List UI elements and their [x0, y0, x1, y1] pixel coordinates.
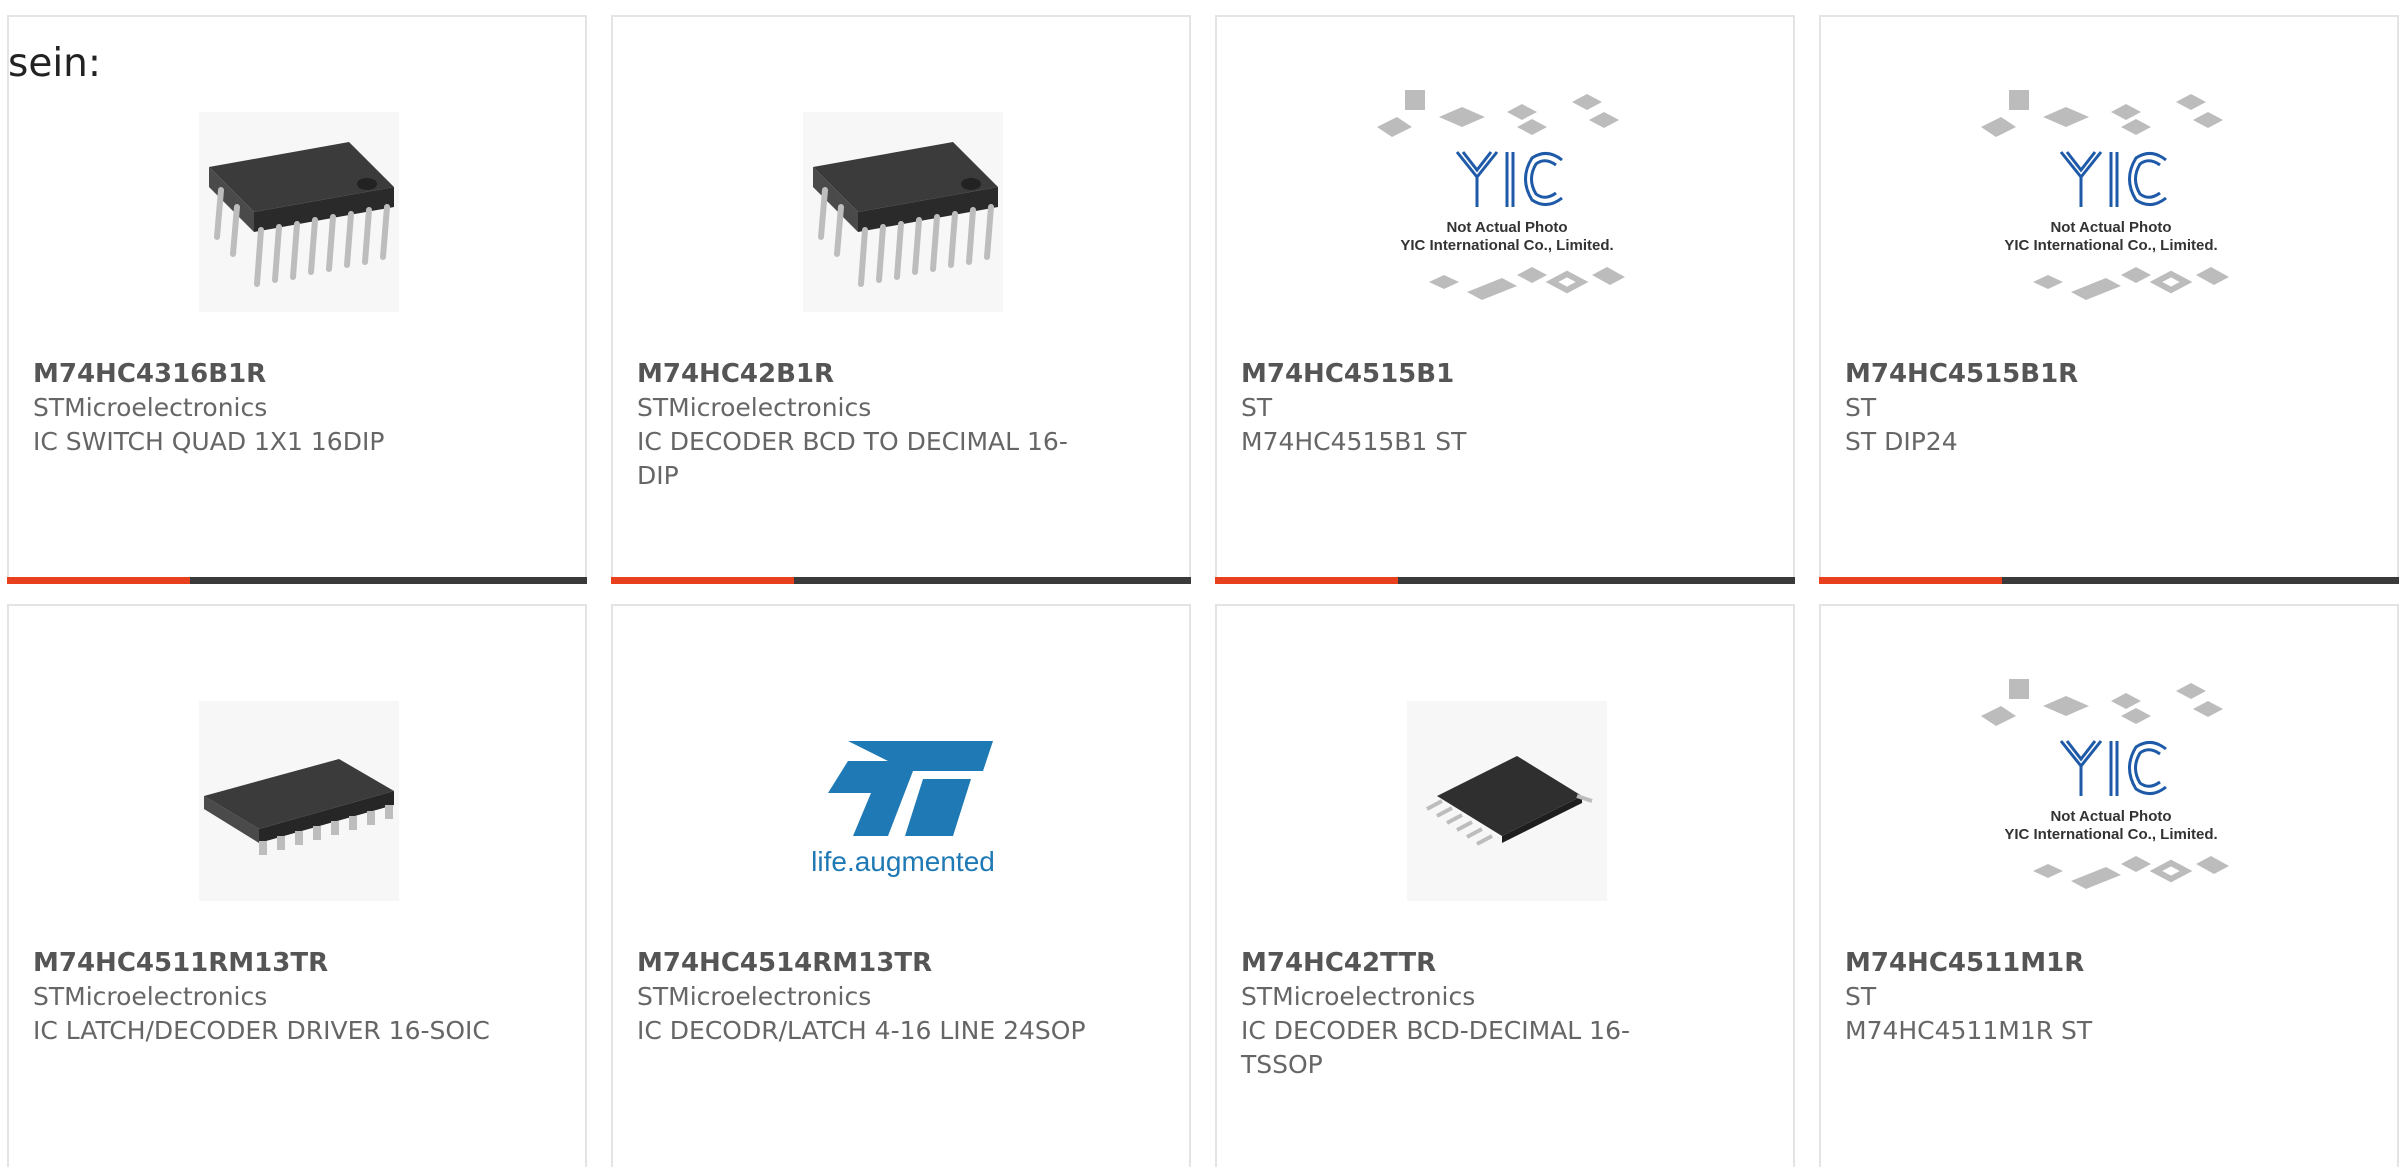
- placeholder-line2: YIC International Co., Limited.: [1400, 237, 1613, 254]
- manufacturer: STMicroelectronics: [637, 393, 872, 422]
- part-number[interactable]: M74HC42B1R: [637, 357, 1097, 391]
- product-info: M74HC4511M1R ST M74HC4511M1R ST: [1845, 946, 2305, 1048]
- intro-text: sein:: [8, 41, 102, 86]
- product-card[interactable]: Not Actual Photo YIC International Co., …: [1819, 604, 2399, 1167]
- product-info: M74HC4316B1R STMicroelectronics IC SWITC…: [33, 357, 493, 459]
- card-bar-accent: [1819, 577, 2002, 584]
- product-info: M74HC4511RM13TR STMicroelectronics IC LA…: [33, 946, 493, 1048]
- part-number[interactable]: M74HC42TTR: [1241, 946, 1701, 980]
- yic-placeholder-image: Not Actual Photo YIC International Co., …: [1971, 661, 2251, 941]
- tssop16-chip-icon: [1367, 661, 1647, 941]
- yic-placeholder-image: Not Actual Photo YIC International Co., …: [1367, 72, 1647, 352]
- soic16-chip-icon: [159, 661, 439, 941]
- product-card[interactable]: Not Actual Photo YIC International Co., …: [1215, 15, 1795, 584]
- product-card[interactable]: Not Actual Photo YIC International Co., …: [1819, 15, 2399, 584]
- page: sein: M74HC4316B1R STMicroelectronics IC…: [0, 0, 2400, 1167]
- placeholder-line2: YIC International Co., Limited.: [2004, 237, 2217, 254]
- placeholder-line1: Not Actual Photo: [2050, 808, 2171, 825]
- description: ST DIP24: [1845, 427, 1958, 456]
- card-bottom-bar: [7, 577, 587, 584]
- placeholder-line1: Not Actual Photo: [1446, 219, 1567, 236]
- part-number[interactable]: M74HC4316B1R: [33, 357, 493, 391]
- manufacturer: STMicroelectronics: [637, 982, 872, 1011]
- description: IC DECODER BCD-DECIMAL 16-TSSOP: [1241, 1016, 1631, 1079]
- part-number[interactable]: M74HC4511RM13TR: [33, 946, 493, 980]
- product-info: M74HC4515B1R ST ST DIP24: [1845, 357, 2305, 459]
- product-card[interactable]: M74HC42TTR STMicroelectronics IC DECODER…: [1215, 604, 1795, 1167]
- st-logo: life.augmented: [763, 661, 1043, 941]
- dip16-chip-icon: [763, 72, 1043, 352]
- part-number[interactable]: M74HC4515B1R: [1845, 357, 2305, 391]
- part-number[interactable]: M74HC4514RM13TR: [637, 946, 1097, 980]
- description: M74HC4511M1R ST: [1845, 1016, 2093, 1045]
- placeholder-line1: Not Actual Photo: [2050, 219, 2171, 236]
- description: IC SWITCH QUAD 1X1 16DIP: [33, 427, 385, 456]
- part-number[interactable]: M74HC4511M1R: [1845, 946, 2305, 980]
- description: M74HC4515B1 ST: [1241, 427, 1467, 456]
- part-number[interactable]: M74HC4515B1: [1241, 357, 1701, 391]
- product-info: M74HC4515B1 ST M74HC4515B1 ST: [1241, 357, 1701, 459]
- manufacturer: STMicroelectronics: [1241, 982, 1476, 1011]
- card-bar-accent: [1215, 577, 1398, 584]
- description: IC DECODR/LATCH 4-16 LINE 24SOP: [637, 1016, 1086, 1045]
- placeholder-line2: YIC International Co., Limited.: [2004, 826, 2217, 843]
- description: IC DECODER BCD TO DECIMAL 16-DIP: [637, 427, 1068, 490]
- card-bar-accent: [7, 577, 190, 584]
- dip16-chip-icon: [159, 72, 439, 352]
- product-info: M74HC4514RM13TR STMicroelectronics IC DE…: [637, 946, 1097, 1048]
- card-bottom-bar: [1215, 577, 1795, 584]
- manufacturer: STMicroelectronics: [33, 393, 268, 422]
- manufacturer: STMicroelectronics: [33, 982, 268, 1011]
- yic-placeholder-image: Not Actual Photo YIC International Co., …: [1971, 72, 2251, 352]
- manufacturer: ST: [1845, 982, 1877, 1011]
- product-info: M74HC42B1R STMicroelectronics IC DECODER…: [637, 357, 1097, 493]
- product-card[interactable]: M74HC4511RM13TR STMicroelectronics IC LA…: [7, 604, 587, 1167]
- description: IC LATCH/DECODER DRIVER 16-SOIC: [33, 1016, 490, 1045]
- card-bottom-bar: [1819, 577, 2399, 584]
- manufacturer: ST: [1241, 393, 1273, 422]
- manufacturer: ST: [1845, 393, 1877, 422]
- product-grid: M74HC4316B1R STMicroelectronics IC SWITC…: [7, 15, 2400, 1167]
- product-card[interactable]: M74HC42B1R STMicroelectronics IC DECODER…: [611, 15, 1191, 584]
- card-bottom-bar: [611, 577, 1191, 584]
- product-card[interactable]: life.augmented M74HC4514RM13TR STMicroel…: [611, 604, 1191, 1167]
- card-bar-accent: [611, 577, 794, 584]
- st-logo-text: life.augmented: [811, 846, 995, 877]
- product-info: M74HC42TTR STMicroelectronics IC DECODER…: [1241, 946, 1701, 1082]
- product-card[interactable]: M74HC4316B1R STMicroelectronics IC SWITC…: [7, 15, 587, 584]
